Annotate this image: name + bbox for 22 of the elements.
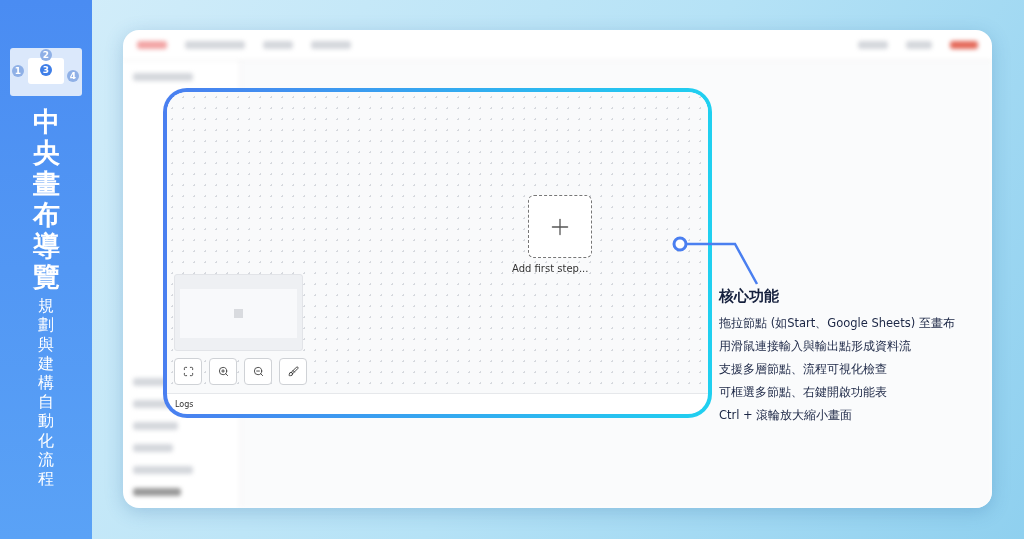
number-badge: 2 [40,49,52,61]
brush-icon [287,366,299,377]
banner-title: 中央畫布導覽 [32,106,60,293]
zoom-in-button[interactable] [209,358,237,385]
zoom-out-button[interactable] [244,358,272,385]
node-label: Add first step... [512,263,589,274]
number-badge: 4 [67,70,79,82]
zoom-in-icon [217,366,229,377]
feature-line: 拖拉節點 (如Start、Google Sheets) 至畫布 [719,315,955,332]
banner-subtitle: 規劃與建構自動化流程 [38,296,54,489]
feature-line: 支援多層節點、流程可視化檢查 [719,361,888,378]
callout-heading: 核心功能 [719,287,780,306]
add-step-button[interactable] [528,195,592,258]
number-badge: 1 [12,65,24,77]
tidy-up-button[interactable] [279,358,307,385]
fit-view-icon [182,366,194,377]
feature-line: Ctrl + 滾輪放大縮小畫面 [719,407,854,424]
feature-line: 可框選多節點、右鍵開啟功能表 [719,384,888,401]
logs-label[interactable]: Logs [167,395,202,413]
fit-view-button[interactable] [174,358,202,385]
feature-line: 用滑鼠連接輸入與輸出點形成資料流 [719,338,912,355]
zoom-out-icon [252,366,264,377]
